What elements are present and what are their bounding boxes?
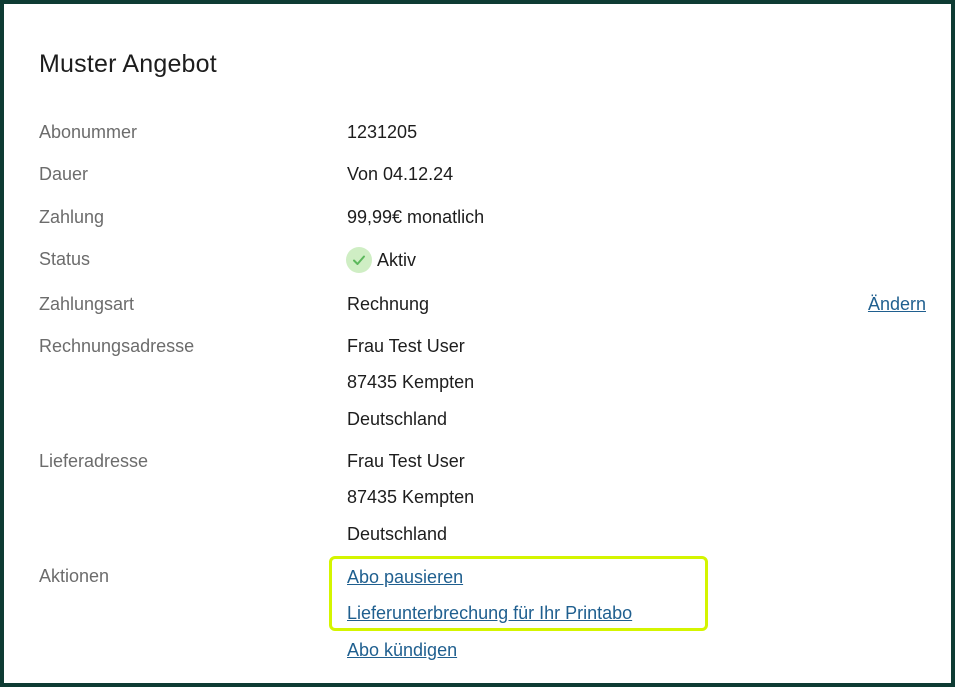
zahlungsart-value: Rechnung xyxy=(347,294,430,314)
check-icon xyxy=(346,247,372,273)
change-payment-link[interactable]: Ändern xyxy=(868,294,926,315)
pause-subscription-link[interactable]: Abo pausieren xyxy=(347,567,463,588)
status-label: Status xyxy=(39,249,91,269)
zahlung-label: Zahlung xyxy=(39,207,105,227)
billing-address-country: Deutschland xyxy=(347,409,448,429)
abonummer-value: 1231205 xyxy=(347,122,418,142)
subscription-panel: Muster Angebot Abonummer 1231205 Dauer V… xyxy=(4,4,951,683)
page-title: Muster Angebot xyxy=(39,50,217,78)
zahlung-value: 99,99€ monatlich xyxy=(347,207,485,227)
delivery-address-city: 87435 Kempten xyxy=(347,487,475,507)
aktionen-label: Aktionen xyxy=(39,566,110,586)
dauer-label: Dauer xyxy=(39,164,89,184)
delivery-interruption-link[interactable]: Lieferunterbrechung für Ihr Printabo xyxy=(347,603,632,624)
cancel-subscription-link[interactable]: Abo kündigen xyxy=(347,640,457,661)
delivery-address-name: Frau Test User xyxy=(347,451,465,471)
dauer-value: Von 04.12.24 xyxy=(347,164,454,184)
delivery-address-country: Deutschland xyxy=(347,524,448,544)
abonummer-label: Abonummer xyxy=(39,122,138,142)
zahlungsart-label: Zahlungsart xyxy=(39,294,135,314)
billing-address-city: 87435 Kempten xyxy=(347,372,475,392)
billing-address-name: Frau Test User xyxy=(347,336,465,356)
rechnungsadresse-label: Rechnungsadresse xyxy=(39,336,195,356)
status-value: Aktiv xyxy=(377,250,417,270)
lieferadresse-label: Lieferadresse xyxy=(39,451,149,471)
